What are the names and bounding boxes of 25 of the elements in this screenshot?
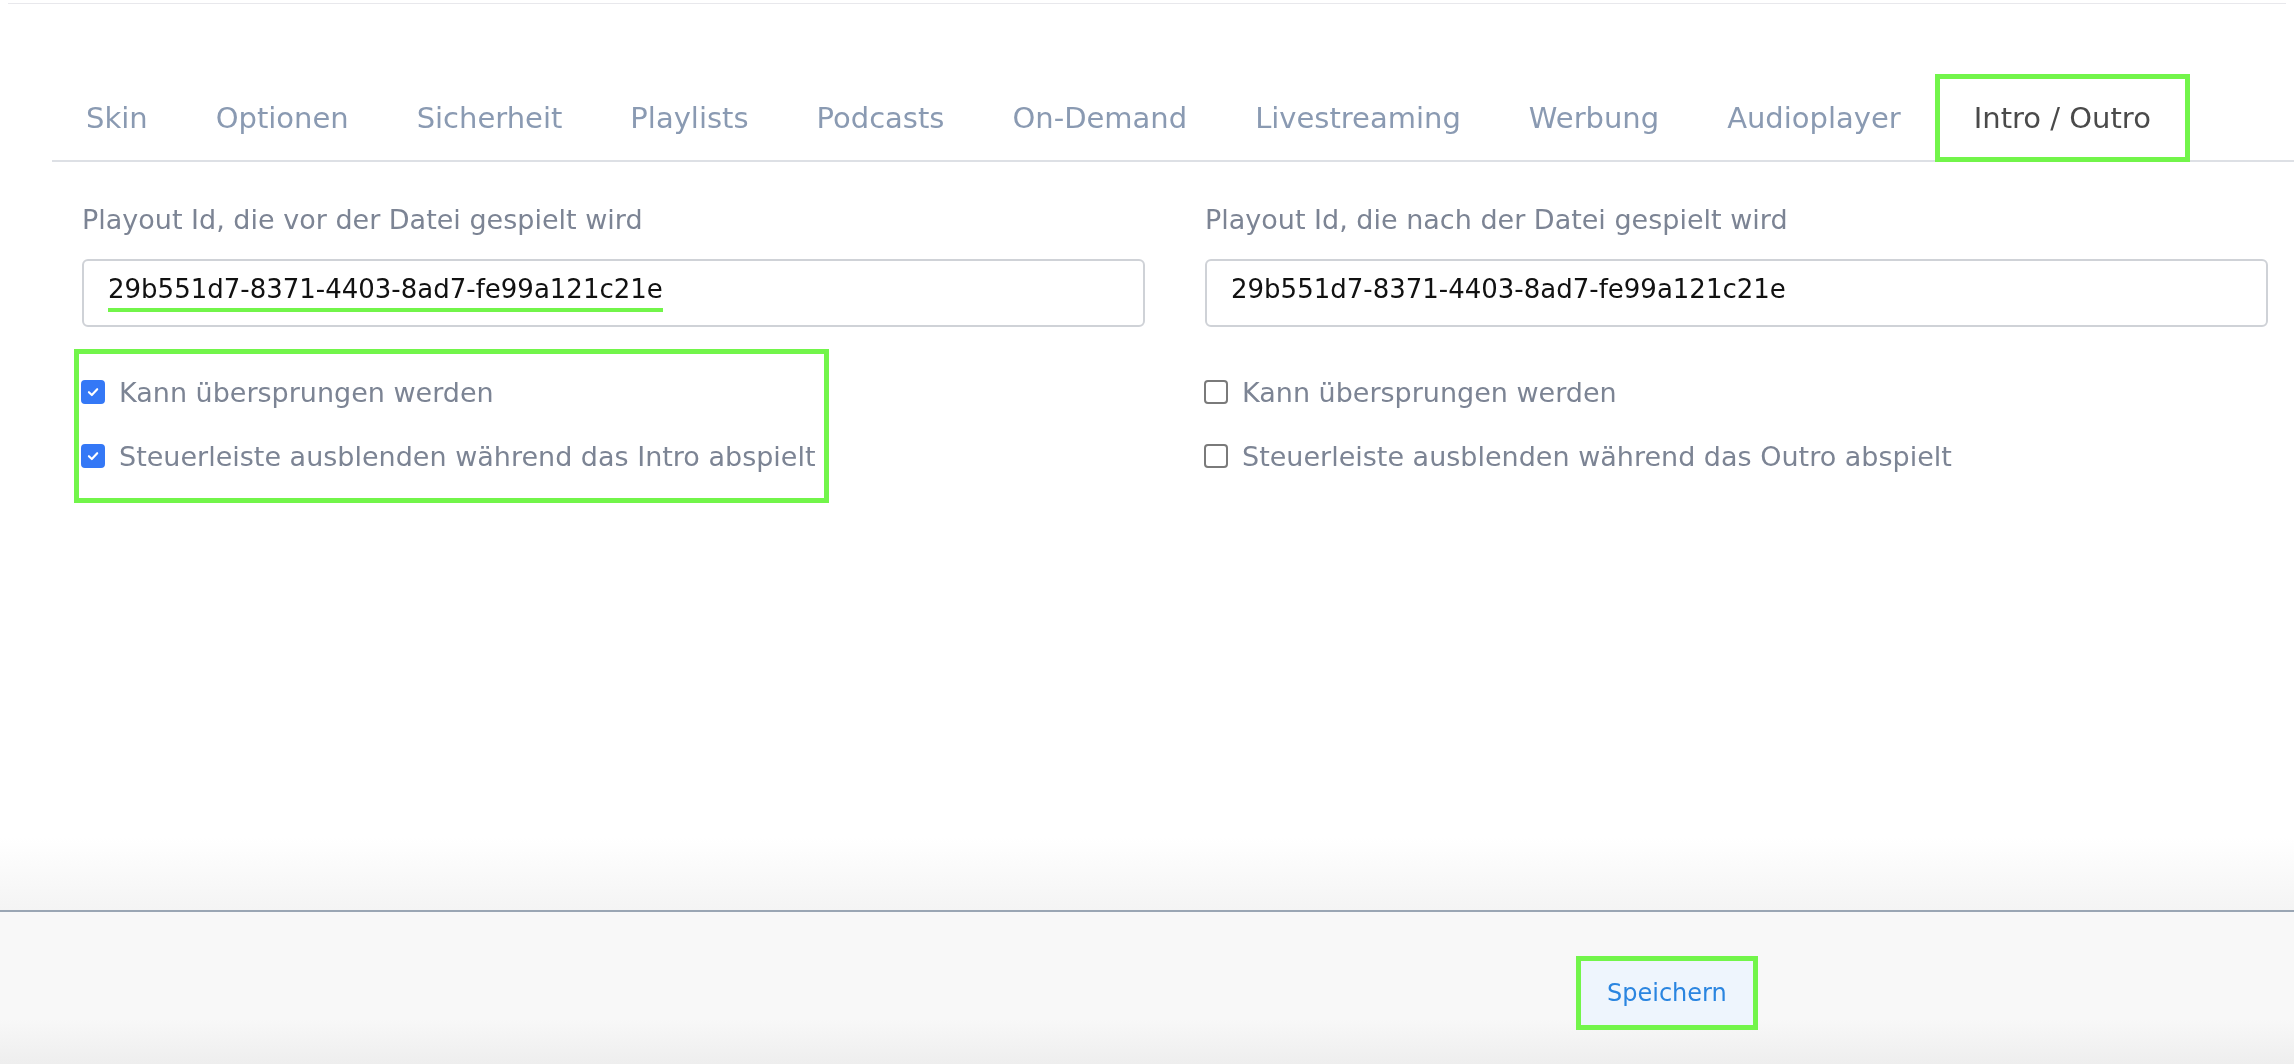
checkbox-label: Steuerleiste ausblenden während das Outro abspielt xyxy=(1242,440,1952,472)
tab[interactable]: Playlists xyxy=(596,74,783,162)
tab[interactable]: Intro / Outro xyxy=(1934,74,2190,162)
checkbox[interactable] xyxy=(81,380,105,404)
checkbox-label: Steuerleiste ausblenden während das Intro abspielt xyxy=(119,440,816,472)
field-label: Playout Id, die vor der Datei gespielt wird xyxy=(82,204,643,235)
tab[interactable]: Werbung xyxy=(1494,74,1694,162)
input-field[interactable]: 29b551d7-8371-4403-8ad7-fe99a121c21e xyxy=(1205,259,2268,327)
tab[interactable]: Audioplayer xyxy=(1693,74,1935,162)
tab[interactable]: Optionen xyxy=(181,74,383,162)
checkbox[interactable] xyxy=(1204,380,1228,404)
checkbox-label: Kann übersprungen werden xyxy=(1242,376,1617,408)
checkbox[interactable] xyxy=(1204,444,1228,468)
tab[interactable]: Skin xyxy=(52,74,182,162)
checkbox-label: Kann übersprungen werden xyxy=(119,376,494,408)
tab[interactable]: Podcasts xyxy=(782,74,979,162)
tab[interactable]: Livestreaming xyxy=(1221,74,1495,162)
check-icon xyxy=(86,385,100,399)
input-field[interactable]: 29b551d7-8371-4403-8ad7-fe99a121c21e xyxy=(82,259,1145,327)
check-icon xyxy=(86,449,100,463)
field-label: Playout Id, die nach der Datei gespielt wird xyxy=(1205,204,1788,235)
save-button[interactable]: Speichern xyxy=(1576,956,1758,1030)
tab[interactable]: On-Demand xyxy=(978,74,1222,162)
tab[interactable]: Sicherheit xyxy=(382,74,597,162)
checkbox[interactable] xyxy=(81,444,105,468)
